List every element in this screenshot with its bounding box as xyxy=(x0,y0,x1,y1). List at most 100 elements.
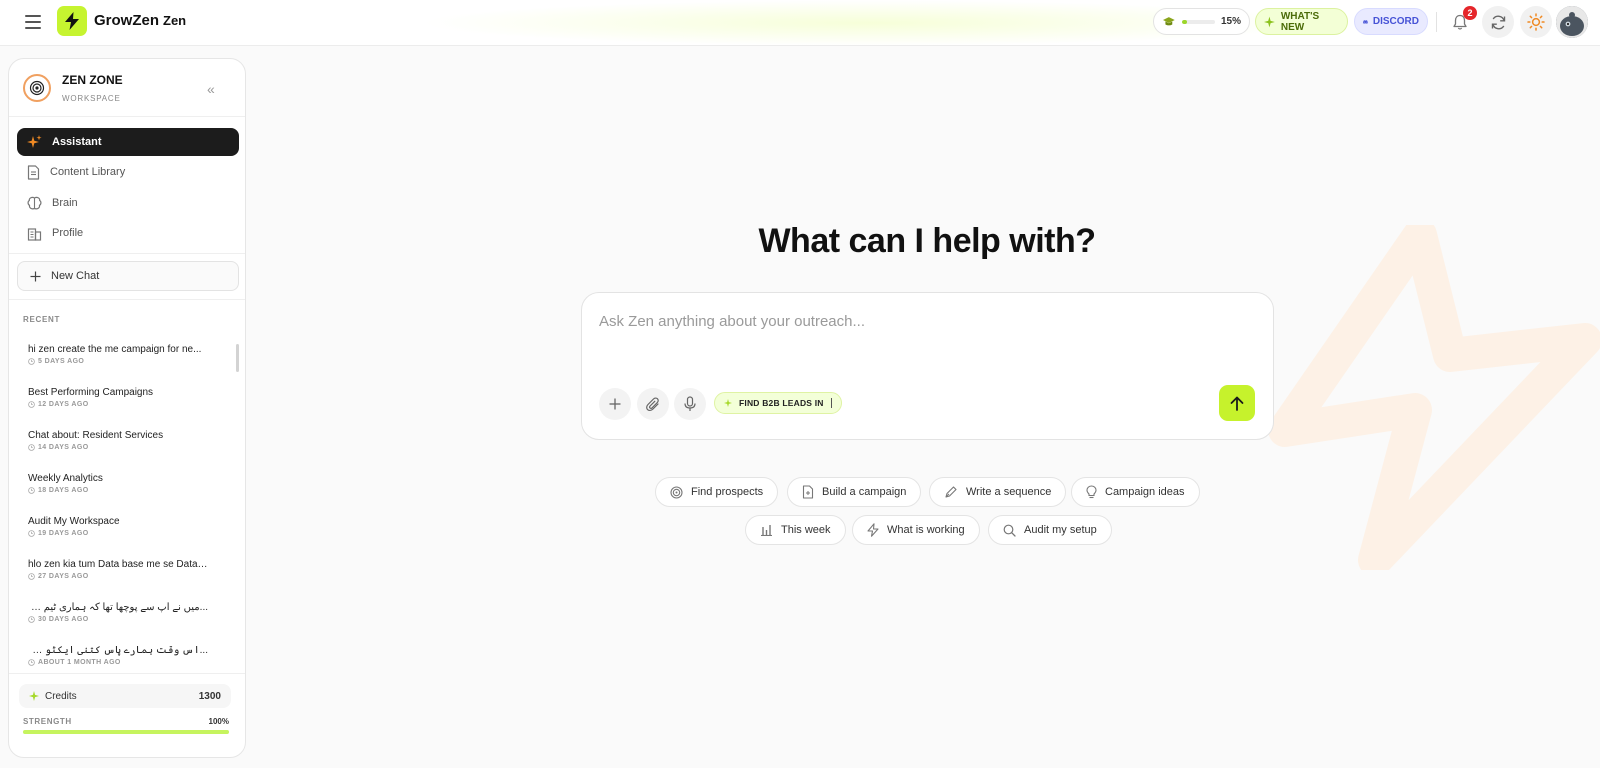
attach-button[interactable] xyxy=(637,388,669,420)
recent-chat-item[interactable]: Audit My Workspace 19 DAYS AGO xyxy=(28,516,208,537)
chat-age: 14 DAYS AGO xyxy=(28,444,208,451)
workspace-name: ZEN ZONE xyxy=(62,73,123,87)
nav-content-library[interactable]: Content Library xyxy=(17,158,239,186)
sidebar-scrollbar[interactable] xyxy=(236,344,239,372)
discord-icon xyxy=(1363,19,1368,24)
strength-label: STRENGTH xyxy=(23,717,72,726)
recent-chat-item[interactable]: hlo zen kia tum Data base me se Data ...… xyxy=(28,559,208,580)
clock-icon xyxy=(28,616,35,623)
recent-chat-item[interactable]: ...اس وقت ہمارے پاس کتنی ایکٹو کمپینز ہی… xyxy=(28,645,208,666)
search-icon xyxy=(1003,524,1016,537)
pen-icon xyxy=(945,486,957,498)
recent-chat-item[interactable]: Chat about: Resident Services 14 DAYS AGO xyxy=(28,430,208,451)
suggestion-campaign-ideas[interactable]: Campaign ideas xyxy=(1071,477,1200,507)
suggestion-label: This week xyxy=(781,524,831,536)
credits-label-wrap: Credits xyxy=(29,691,77,702)
nav-brain[interactable]: Brain xyxy=(17,189,239,217)
sidebar-divider xyxy=(9,116,245,117)
notifications-button[interactable]: 2 xyxy=(1444,6,1477,38)
new-chat-label: New Chat xyxy=(51,270,100,282)
voice-button[interactable] xyxy=(674,388,706,420)
clock-icon xyxy=(28,573,35,580)
suggestion-this-week[interactable]: This week xyxy=(745,515,846,545)
chat-title: ...اس وقت ہمارے پاس کتنی ایکٹو کمپینز ہی… xyxy=(28,645,208,656)
suggestion-write-sequence[interactable]: Write a sequence xyxy=(929,477,1067,507)
suggestion-audit-setup[interactable]: Audit my setup xyxy=(988,515,1112,545)
user-avatar[interactable] xyxy=(1556,6,1588,38)
suggestion-find-prospects[interactable]: Find prospects xyxy=(655,477,779,507)
refresh-button[interactable] xyxy=(1482,6,1514,38)
recent-chat-item[interactable]: ...میں نے آپ سے پوچھا تھا کہ ہماری ٹیم ک… xyxy=(28,602,208,623)
sparkle-icon xyxy=(29,691,39,701)
workspace-logo-icon[interactable] xyxy=(23,74,51,102)
plus-icon xyxy=(30,271,41,281)
suggestion-what-is-working[interactable]: What is working xyxy=(852,515,980,545)
discord-label: DISCORD xyxy=(1372,16,1419,27)
nav-profile[interactable]: Profile xyxy=(17,219,239,247)
clock-icon xyxy=(28,530,35,537)
chat-age: 12 DAYS AGO xyxy=(28,401,208,408)
clock-icon xyxy=(28,401,35,408)
chat-age-label: 18 DAYS AGO xyxy=(38,487,89,494)
document-icon xyxy=(27,164,40,180)
add-button[interactable] xyxy=(599,388,631,420)
chat-composer: FIND B2B LEADS IN xyxy=(581,292,1274,440)
bar-chart-icon xyxy=(761,525,772,536)
brand-name[interactable]: GrowZen xyxy=(94,12,159,29)
chat-title: hlo zen kia tum Data base me se Data ... xyxy=(28,559,208,570)
find-leads-chip[interactable]: FIND B2B LEADS IN xyxy=(714,392,842,414)
suggestion-label: Campaign ideas xyxy=(1105,486,1185,498)
nav-assistant[interactable]: Assistant xyxy=(17,128,239,156)
progress-bar xyxy=(1181,19,1215,24)
sparkle-icon xyxy=(724,399,732,407)
credits-panel[interactable]: Credits 1300 xyxy=(19,684,231,708)
chat-title: ...میں نے آپ سے پوچھا تھا کہ ہماری ٹیم ک… xyxy=(28,602,208,613)
strength-bar xyxy=(23,730,229,734)
refresh-icon xyxy=(1491,15,1505,29)
recent-chat-item[interactable]: Weekly Analytics 18 DAYS AGO xyxy=(28,473,208,494)
nav-label: Profile xyxy=(52,227,84,239)
progress-percent: 15% xyxy=(1220,16,1241,27)
suggestion-build-campaign[interactable]: Build a campaign xyxy=(787,477,922,507)
theme-toggle-button[interactable] xyxy=(1520,6,1552,38)
chat-age: 18 DAYS AGO xyxy=(28,487,208,494)
nav-label: Brain xyxy=(52,197,78,209)
logo-bolt-icon[interactable] xyxy=(57,6,87,36)
page-title: What can I help with? xyxy=(758,222,1096,260)
strength-row: STRENGTH 100% xyxy=(23,717,229,726)
sun-icon xyxy=(1527,13,1545,31)
whats-new-button[interactable]: WHAT'S NEW xyxy=(1255,8,1348,35)
brain-icon xyxy=(27,196,42,209)
discord-button[interactable]: DISCORD xyxy=(1354,8,1428,35)
workspace-label: WORKSPACE xyxy=(62,94,121,103)
recent-chat-item[interactable]: Best Performing Campaigns 12 DAYS AGO xyxy=(28,387,208,408)
target-icon xyxy=(670,485,683,499)
onboarding-progress[interactable]: 15% xyxy=(1153,8,1250,35)
credits-label: Credits xyxy=(45,690,77,702)
chat-title: Audit My Workspace xyxy=(28,516,120,527)
sidebar-divider xyxy=(9,673,245,674)
background-bolt-icon xyxy=(1268,225,1600,570)
arrow-up-icon xyxy=(1230,396,1244,411)
chat-age-label: 14 DAYS AGO xyxy=(38,444,89,451)
recent-heading: RECENT xyxy=(23,315,61,324)
new-chat-button[interactable]: New Chat xyxy=(17,261,239,291)
chat-age: 19 DAYS AGO xyxy=(28,530,208,537)
microphone-icon xyxy=(684,396,696,411)
product-name: Zen xyxy=(163,13,187,28)
chat-title: hi zen create the me campaign for ne... xyxy=(28,344,202,355)
collapse-sidebar-icon[interactable]: « xyxy=(207,81,215,97)
paperclip-icon xyxy=(646,396,659,411)
header-divider xyxy=(1436,12,1437,32)
clock-icon xyxy=(28,487,35,494)
menu-icon[interactable] xyxy=(22,11,44,33)
clock-icon xyxy=(28,358,35,365)
suggestion-label: Build a campaign xyxy=(822,486,907,498)
chat-age: 27 DAYS AGO xyxy=(28,573,208,580)
sidebar: ZEN ZONE WORKSPACE « Assistant Content L… xyxy=(8,58,246,758)
suggestion-label: Write a sequence xyxy=(966,486,1052,498)
chat-input[interactable] xyxy=(599,313,1259,363)
chat-age-label: ABOUT 1 MONTH AGO xyxy=(38,659,121,666)
recent-chat-item[interactable]: hi zen create the me campaign for ne... 5… xyxy=(28,344,208,365)
send-button[interactable] xyxy=(1219,385,1255,421)
